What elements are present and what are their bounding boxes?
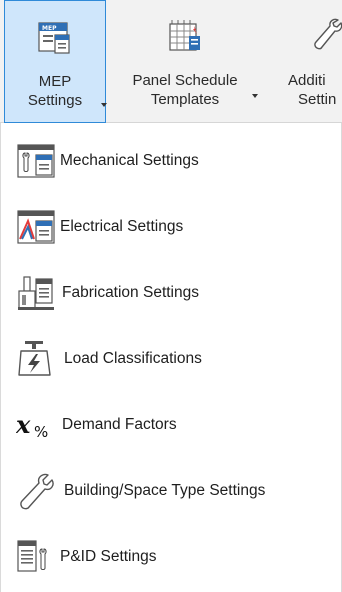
menu-item-label: P&ID Settings	[60, 548, 157, 565]
mep-settings-button[interactable]: MEP MEP Settings	[4, 0, 107, 123]
menu-item-demand-factors[interactable]: x % Demand Factors	[2, 395, 342, 455]
additional-settings-label-line2: Settin	[298, 91, 337, 108]
menu-item-label: Fabrication Settings	[62, 284, 199, 301]
electrical-settings-icon	[17, 210, 55, 244]
mep-settings-label-line2: Settings	[27, 92, 83, 109]
pid-settings-icon	[17, 540, 47, 572]
demand-factors-icon: x %	[16, 410, 48, 441]
panel-schedule-templates-button[interactable]: Panel Schedule Templates	[114, 0, 258, 123]
panel-schedule-label-line1: Panel Schedule	[132, 72, 238, 89]
load-classifications-icon	[18, 341, 51, 376]
mep-settings-icon: MEP	[38, 22, 70, 54]
additional-settings-button[interactable]: Additi Settin	[284, 0, 342, 123]
panel-schedule-label-line2: Templates	[150, 91, 220, 108]
fabrication-settings-icon	[18, 276, 54, 310]
menu-item-label: Building/Space Type Settings	[64, 482, 266, 499]
svg-text:%: %	[34, 423, 48, 441]
menu-item-fabrication-settings[interactable]: Fabrication Settings	[2, 263, 342, 323]
menu-item-load-classifications[interactable]: Load Classifications	[2, 329, 342, 389]
menu-item-label: Electrical Settings	[60, 218, 184, 235]
menu-item-building-space-type-settings[interactable]: Building/Space Type Settings	[2, 461, 342, 521]
menu-item-electrical-settings[interactable]: Electrical Settings	[2, 197, 342, 257]
mep-settings-dropdown-screen: MEP MEP Settings Panel Schedule Template…	[0, 0, 342, 592]
menu-item-label: Load Classifications	[64, 350, 202, 367]
svg-text:MEP: MEP	[42, 25, 57, 32]
wrench-icon	[20, 473, 54, 510]
menu-item-label: Mechanical Settings	[60, 152, 199, 169]
chevron-down-icon	[101, 103, 107, 107]
mep-settings-menu: Mechanical Settings Electrical Settings	[0, 123, 342, 592]
menu-item-mechanical-settings[interactable]: Mechanical Settings	[2, 131, 342, 191]
mep-settings-label-line1: MEP	[38, 73, 72, 90]
panel-schedule-icon	[169, 20, 200, 51]
menu-item-pid-settings[interactable]: P&ID Settings	[2, 527, 342, 587]
svg-text:x: x	[16, 410, 31, 439]
menu-item-label: Demand Factors	[62, 416, 177, 433]
mechanical-settings-icon	[17, 144, 55, 178]
chevron-down-icon	[252, 94, 258, 98]
additional-settings-label-line1: Additi	[288, 72, 326, 89]
ribbon-panel: MEP MEP Settings Panel Schedule Template…	[0, 0, 342, 123]
wrench-icon	[314, 18, 342, 50]
